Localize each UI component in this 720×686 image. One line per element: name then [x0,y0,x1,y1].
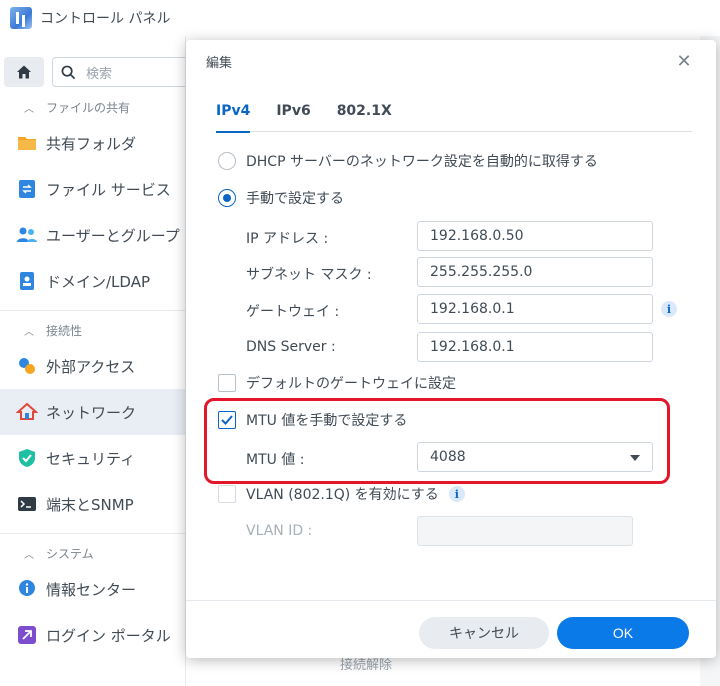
sidebar-item-login-portal[interactable]: ログイン ポータル [0,612,185,658]
mtu-highlight-annotation [204,398,670,484]
dns-server-label: DNS Server : [246,339,336,355]
cancel-button[interactable]: キャンセル [419,617,549,649]
sidebar-item-label: ファイル サービス [46,180,171,199]
sidebar-item-shared-folder[interactable]: 共有フォルダ [0,120,185,166]
default-gateway-row[interactable]: デフォルトのゲートウェイに設定 [218,373,456,393]
tab-ipv4[interactable]: IPv4 [216,100,251,133]
search-row: 検索 [0,52,185,92]
manual-radio[interactable] [218,189,236,207]
close-icon: ✕ [676,50,692,72]
login-portal-icon [16,624,38,646]
folder-icon [16,132,38,154]
default-gateway-label: デフォルトのゲートウェイに設定 [246,376,456,392]
ip-address-input[interactable]: 192.168.0.50 [417,221,653,251]
vlan-id-input[interactable] [417,516,633,546]
domain-icon [16,270,38,292]
sidebar-item-label: 共有フォルダ [46,134,137,153]
app-header: コントロール パネル [0,0,720,36]
control-panel-logo-icon [10,7,32,29]
info-center-icon [16,578,38,600]
sidebar-item-label: ドメイン/LDAP [46,272,151,291]
gateway-label: ゲートウェイ : [246,304,340,320]
tab-ipv6[interactable]: IPv6 [276,100,310,132]
terminal-icon [16,493,38,515]
chevron-up-icon: ︿ [24,326,34,338]
dialog-header: 編集 ✕ [186,40,716,82]
manual-option-row[interactable]: 手動で設定する [218,188,344,208]
section-title: ファイルの共有 [46,100,131,115]
sidebar-item-label: ログイン ポータル [46,626,171,645]
dhcp-radio[interactable] [218,152,236,170]
search-icon [61,65,76,79]
edit-dialog: 編集 ✕ IPv4 IPv6 802.1X DHCP サーバーのネットワーク設定… [186,40,716,658]
vlan-id-label: VLAN ID : [246,523,313,539]
file-services-icon [16,178,38,200]
sidebar: 検索 ︿ ファイルの共有 共有フォルダ ファイル サービス ユーザーとグループ … [0,36,186,686]
gateway-info-icon[interactable]: i [661,301,677,317]
dhcp-option-row[interactable]: DHCP サーバーのネットワーク設定を自動的に取得する [218,151,598,171]
dialog-title: 編集 [206,55,233,71]
divider [0,310,185,311]
chevron-up-icon: ︿ [24,103,34,115]
vlan-label: VLAN (802.1Q) を有効にする [246,487,439,503]
sidebar-item-label: ユーザーとグループ [46,226,180,245]
dns-server-input[interactable]: 192.168.0.1 [417,332,653,362]
tab-bar: IPv4 IPv6 802.1X [216,100,692,133]
section-title: 接続性 [46,323,83,338]
subnet-mask-input[interactable]: 255.255.255.0 [417,257,653,287]
sidebar-item-label: 端末とSNMP [46,495,134,514]
network-icon [16,401,38,423]
shield-icon [16,447,38,469]
ip-address-label: IP アドレス : [246,231,329,247]
close-button[interactable]: ✕ [674,50,694,72]
tab-8021x[interactable]: 802.1X [337,100,392,132]
vlan-info-icon[interactable]: i [448,486,465,502]
section-title: システム [46,546,94,561]
sidebar-item-external-access[interactable]: 外部アクセス [0,343,185,389]
sidebar-item-security[interactable]: セキュリティ [0,435,185,481]
sidebar-item-label: 情報センター [46,580,137,599]
default-gateway-checkbox[interactable] [218,374,236,392]
external-access-icon [16,355,38,377]
gateway-input[interactable]: 192.168.0.1 [417,294,653,324]
dhcp-option-label: DHCP サーバーのネットワーク設定を自動的に取得する [246,154,598,170]
sidebar-item-label: 外部アクセス [46,357,136,376]
users-icon [16,224,38,246]
divider [0,533,185,534]
dialog-footer: キャンセル OK [186,600,716,658]
sidebar-item-file-services[interactable]: ファイル サービス [0,166,185,212]
ok-button[interactable]: OK [557,617,689,649]
section-system[interactable]: ︿ システム [0,540,185,566]
search-input[interactable]: 検索 [52,57,185,87]
home-icon [17,65,31,79]
sidebar-item-users-groups[interactable]: ユーザーとグループ [0,212,185,258]
section-file-sharing[interactable]: ︿ ファイルの共有 [0,94,185,120]
chevron-up-icon: ︿ [24,549,34,561]
section-connectivity[interactable]: ︿ 接続性 [0,317,185,343]
search-placeholder: 検索 [86,66,113,82]
sidebar-item-network[interactable]: ネットワーク [0,389,185,435]
sidebar-item-domain-ldap[interactable]: ドメイン/LDAP [0,258,185,304]
sidebar-item-terminal-snmp[interactable]: 端末とSNMP [0,481,185,527]
home-button[interactable] [4,57,44,87]
sidebar-item-label: セキュリティ [46,449,136,468]
app-title: コントロール パネル [40,11,171,27]
vlan-row[interactable]: VLAN (802.1Q) を有効にする i [218,484,465,504]
sidebar-item-info-center[interactable]: 情報センター [0,566,185,612]
manual-option-label: 手動で設定する [246,191,344,207]
vlan-checkbox[interactable] [218,485,236,503]
subnet-mask-label: サブネット マスク : [246,267,372,283]
sidebar-item-label: ネットワーク [46,403,137,422]
